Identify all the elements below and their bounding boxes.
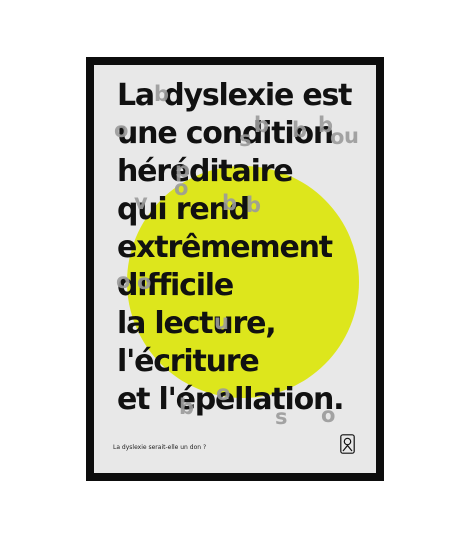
overlay-letter: o — [321, 403, 336, 427]
poster-line-7: la lecture, — [117, 306, 277, 341]
overlay-letter: b — [254, 113, 270, 137]
overlay-letter: b — [154, 82, 170, 106]
poster-line-8: l'écriture — [117, 344, 260, 379]
overlay-letter: b — [246, 193, 262, 217]
overlay-letter: u — [344, 124, 359, 148]
overlay-letter: o — [114, 118, 129, 142]
poster-question: La dyslexie serait-elle un don ? — [113, 444, 207, 451]
overlay-letter: b — [292, 118, 308, 142]
overlay-letter: o — [116, 269, 131, 293]
dyslexia-logo-icon — [340, 434, 355, 454]
poster-line-6: difficile — [117, 268, 234, 303]
overlay-letter: s — [275, 405, 288, 429]
overlay-letter: u — [214, 310, 229, 334]
overlay-letter: o — [216, 381, 231, 405]
poster-line-3: héréditaire — [117, 154, 294, 189]
poster-paper: La dyslexie est une condition héréditair… — [94, 65, 376, 473]
poster-line-1: La dyslexie est — [117, 78, 352, 113]
overlay-letter: o — [137, 270, 152, 294]
overlay-letter: v — [134, 190, 148, 214]
overlay-letter: o — [174, 176, 189, 200]
overlay-letter: o — [330, 125, 345, 149]
poster-line-5: extrêmement — [117, 230, 333, 265]
overlay-letter: b — [222, 191, 238, 215]
overlay-letter: s — [239, 127, 252, 151]
poster-frame: La dyslexie est une condition héréditair… — [86, 57, 384, 481]
overlay-letter: b — [179, 395, 195, 419]
